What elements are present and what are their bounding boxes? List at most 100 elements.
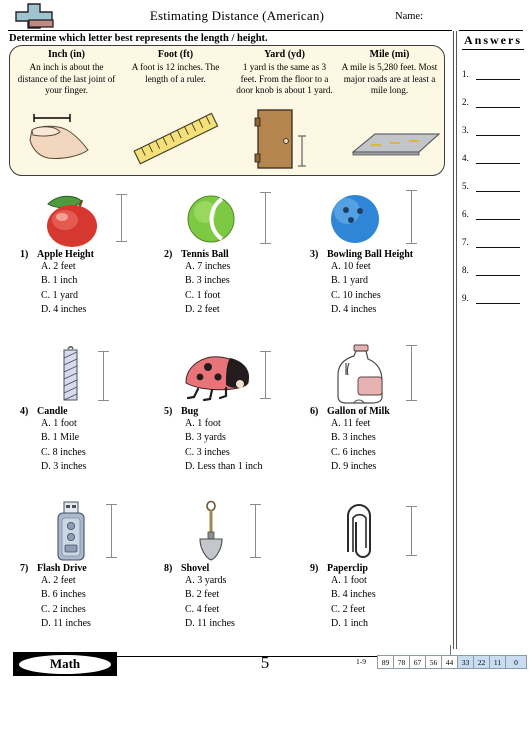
scale-cell: 22	[473, 655, 489, 669]
scale-range-label: 1-9	[356, 657, 366, 666]
answer-row[interactable]: 7.	[462, 234, 524, 254]
reference-heading: Mile (mi)	[369, 49, 410, 60]
scale-cell: 67	[409, 655, 425, 669]
option-d[interactable]: D. 2 feet	[185, 303, 310, 317]
answer-blank[interactable]	[476, 135, 520, 136]
option-a[interactable]: A. 10 feet	[331, 260, 456, 274]
option-b[interactable]: B. 3 inches	[185, 274, 310, 288]
answer-blank[interactable]	[476, 247, 520, 248]
question-text: Gallon of Milk	[327, 406, 390, 417]
option-d[interactable]: D. 9 inches	[331, 460, 456, 474]
question-label: 8) Shovel	[164, 563, 310, 574]
answers-divider-inner	[456, 31, 457, 649]
option-d[interactable]: D. Less than 1 inch	[185, 460, 310, 474]
measure-bar-icon	[116, 194, 127, 242]
answer-number: 3.	[462, 125, 469, 135]
question-3: 3) Bowling Ball Height A. 10 feet B. 1 ya…	[310, 186, 456, 318]
milk-jug-illustration-icon	[310, 343, 456, 405]
option-d[interactable]: D. 4 inches	[331, 303, 456, 317]
ruler-illustration-icon	[121, 108, 230, 170]
candle-illustration-icon	[20, 343, 166, 405]
reference-body: A mile is 5,280 feet. Most major roads a…	[341, 62, 438, 96]
question-number: 3)	[310, 249, 319, 260]
question-label: 6) Gallon of Milk	[310, 406, 456, 417]
answer-row[interactable]: 6.	[462, 206, 524, 226]
reference-column-yard: Yard (yd) 1 yard is the same as 3 feet. …	[230, 49, 339, 97]
answer-number: 9.	[462, 293, 469, 303]
answer-blank[interactable]	[476, 163, 520, 164]
answer-row[interactable]: 1.	[462, 66, 524, 86]
question-label: 9) Paperclip	[310, 563, 456, 574]
scale-cell: 78	[393, 655, 409, 669]
option-b[interactable]: B. 2 feet	[185, 588, 310, 602]
brand-badge: Math	[13, 652, 117, 676]
option-d[interactable]: D. 11 inches	[41, 617, 166, 631]
scale-cell: 44	[441, 655, 457, 669]
scale-cell: 11	[489, 655, 505, 669]
measure-bar-icon	[106, 504, 117, 558]
answer-row[interactable]: 2.	[462, 94, 524, 114]
reference-heading: Inch (in)	[48, 49, 85, 60]
measure-bar-icon	[250, 504, 261, 558]
option-b[interactable]: B. 3 yards	[185, 431, 310, 445]
question-label: 4) Candle	[20, 406, 166, 417]
option-b[interactable]: B. 3 inches	[331, 431, 456, 445]
measure-bar-icon	[406, 345, 417, 401]
answer-blank[interactable]	[476, 79, 520, 80]
option-a[interactable]: A. 2 feet	[41, 574, 166, 588]
option-a[interactable]: A. 3 yards	[185, 574, 310, 588]
reference-body: An inch is about the distance of the las…	[17, 62, 116, 96]
option-d[interactable]: D. 1 inch	[331, 617, 456, 631]
reference-column-mile: Mile (mi) A mile is 5,280 feet. Most maj…	[335, 49, 444, 97]
option-c[interactable]: C. 10 inches	[331, 289, 456, 303]
option-a[interactable]: A. 2 feet	[41, 260, 166, 274]
option-c[interactable]: C. 8 inches	[41, 446, 166, 460]
measure-bar-icon	[406, 506, 417, 556]
answer-blank[interactable]	[476, 191, 520, 192]
option-c[interactable]: C. 2 inches	[41, 603, 166, 617]
name-label: Name:	[395, 11, 423, 22]
option-d[interactable]: D. 11 inches	[185, 617, 310, 631]
option-c[interactable]: C. 4 feet	[185, 603, 310, 617]
answer-row[interactable]: 3.	[462, 122, 524, 142]
option-c[interactable]: C. 3 inches	[185, 446, 310, 460]
worksheet-page: Estimating Distance (American) Name: Det…	[0, 0, 530, 749]
option-a[interactable]: A. 11 feet	[331, 417, 456, 431]
question-text: Paperclip	[327, 563, 368, 574]
answer-row[interactable]: 9.	[462, 290, 524, 310]
apple-illustration-icon	[20, 186, 166, 248]
option-c[interactable]: C. 6 inches	[331, 446, 456, 460]
question-number: 7)	[20, 563, 29, 574]
option-b[interactable]: B. 4 inches	[331, 588, 456, 602]
answer-number: 5.	[462, 181, 469, 191]
option-b[interactable]: B. 1 yard	[331, 274, 456, 288]
option-b[interactable]: B. 1 inch	[41, 274, 166, 288]
option-d[interactable]: D. 3 inches	[41, 460, 166, 474]
question-6: 6) Gallon of Milk A. 11 feet B. 3 inches …	[310, 343, 456, 475]
option-d[interactable]: D. 4 inches	[41, 303, 166, 317]
option-c[interactable]: C. 2 feet	[331, 603, 456, 617]
reference-column-foot: Foot (ft) A foot is 12 inches. The lengt…	[121, 49, 230, 85]
option-a[interactable]: A. 1 foot	[41, 417, 166, 431]
question-text: Tennis Ball	[181, 249, 229, 260]
bowling-ball-illustration-icon	[310, 186, 456, 248]
answer-blank[interactable]	[476, 303, 520, 304]
option-a[interactable]: A. 7 inches	[185, 260, 310, 274]
answer-row[interactable]: 4.	[462, 150, 524, 170]
option-b[interactable]: B. 6 inches	[41, 588, 166, 602]
question-2: 2) Tennis Ball A. 7 inches B. 3 inches C.…	[164, 186, 310, 318]
question-label: 2) Tennis Ball	[164, 249, 310, 260]
option-a[interactable]: A. 1 foot	[331, 574, 456, 588]
scale-cell: 56	[425, 655, 441, 669]
answer-blank[interactable]	[476, 275, 520, 276]
option-c[interactable]: C. 1 foot	[185, 289, 310, 303]
option-c[interactable]: C. 1 yard	[41, 289, 166, 303]
answer-row[interactable]: 8.	[462, 262, 524, 282]
page-number: 5	[260, 653, 270, 672]
option-a[interactable]: A. 1 foot	[185, 417, 310, 431]
option-b[interactable]: B. 1 Mile	[41, 431, 166, 445]
answer-blank[interactable]	[476, 107, 520, 108]
answer-row[interactable]: 5.	[462, 178, 524, 198]
header-divider-right	[459, 30, 523, 31]
answer-blank[interactable]	[476, 219, 520, 220]
